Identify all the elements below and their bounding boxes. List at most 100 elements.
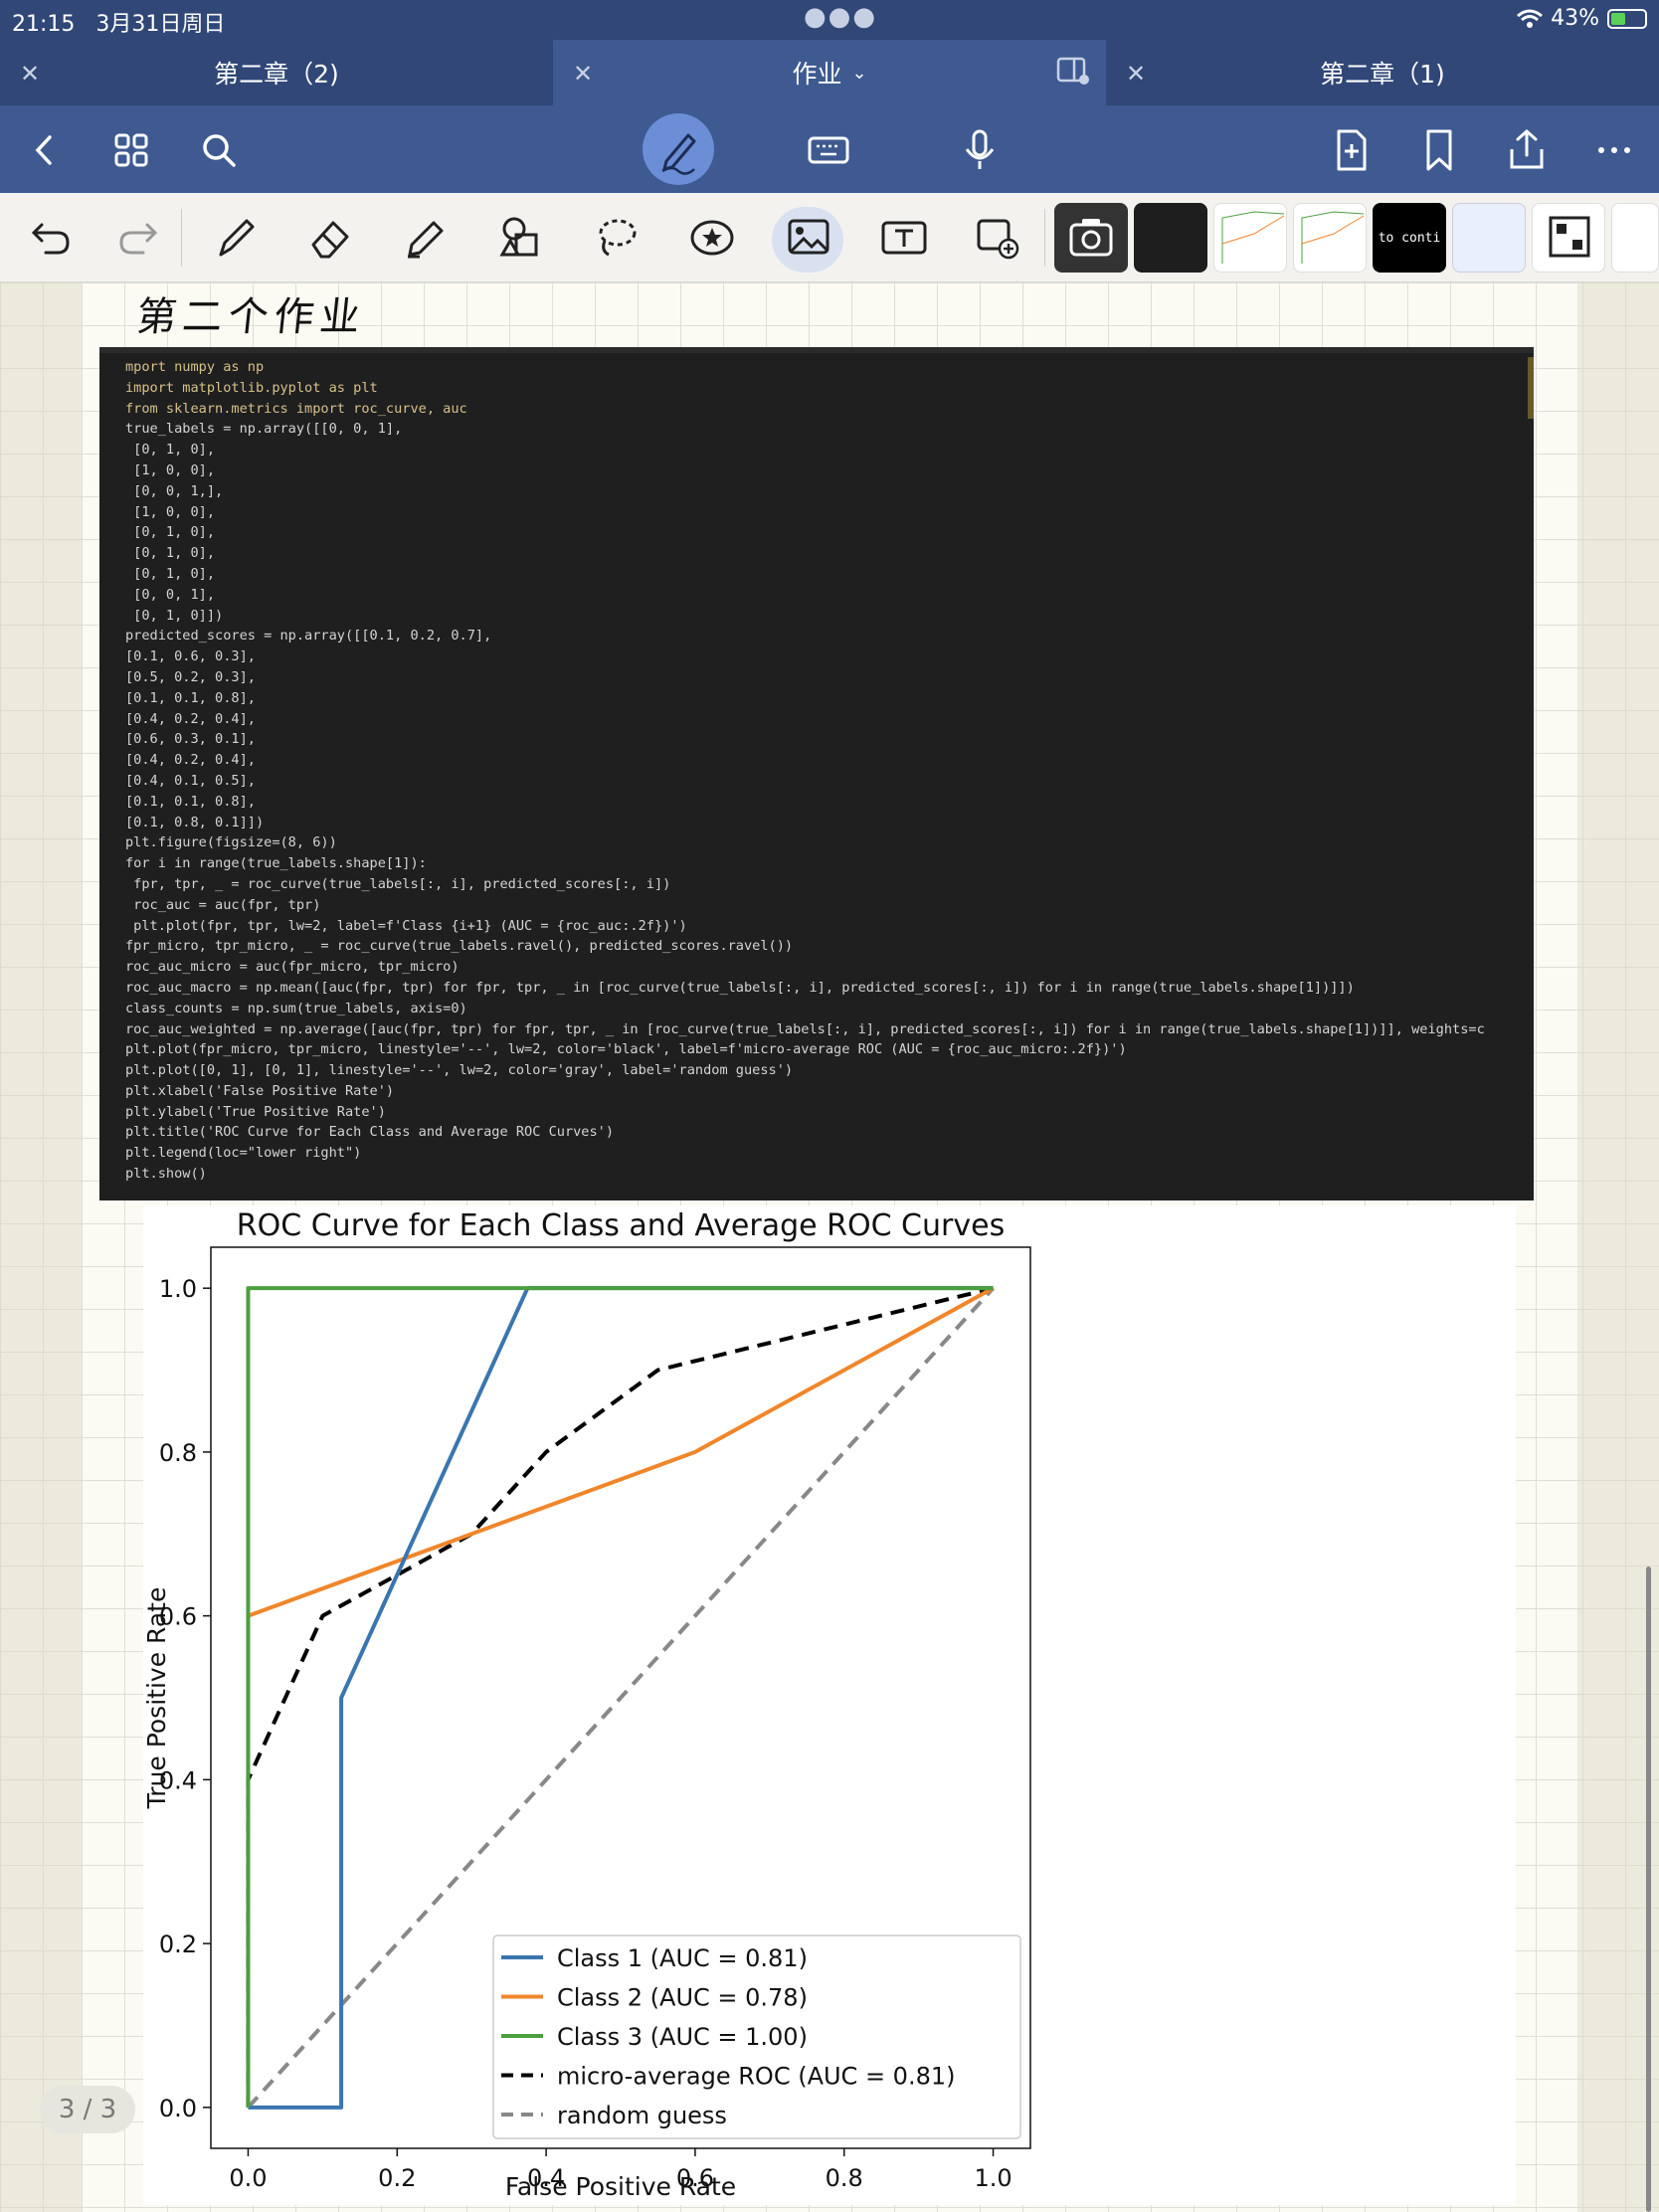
- camera-button[interactable]: [1054, 203, 1128, 273]
- code-top-bar: [99, 347, 1534, 353]
- code-line: roc_auc = auc(fpr, tpr): [125, 896, 321, 913]
- back-icon[interactable]: [20, 125, 70, 175]
- code-line: plt.show(): [125, 1166, 207, 1183]
- lasso-icon[interactable]: [591, 211, 645, 265]
- tab-label: 第二章（1): [1320, 60, 1445, 89]
- code-line: roc_auc_macro = np.mean([auc(fpr, tpr) f…: [125, 979, 1355, 996]
- code-line: [0.6, 0.3, 0.1],: [125, 731, 256, 748]
- code-line: plt.title('ROC Curve for Each Class and …: [125, 1124, 615, 1141]
- pen-mode-button[interactable]: [643, 113, 714, 185]
- status-date: 3月31日周日: [95, 12, 226, 37]
- code-line: [0, 1, 0],: [125, 442, 216, 459]
- code-line: roc_auc_micro = auc(fpr_micro, tpr_micro…: [125, 959, 460, 976]
- battery-percent: 43%: [1551, 6, 1599, 31]
- code-line: [0.1, 0.1, 0.8],: [125, 689, 256, 706]
- code-line: plt.plot(fpr, tpr, lw=2, label=f'Class {…: [125, 917, 687, 934]
- x-tick-label: 0.0: [229, 2164, 267, 2192]
- code-line: [0.4, 0.2, 0.4],: [125, 710, 256, 727]
- code-line: fpr_micro, tpr_micro, _ = roc_curve(true…: [125, 938, 794, 955]
- y-tick-label: 1.0: [159, 1275, 197, 1303]
- code-line: from sklearn.metrics import roc_curve, a…: [125, 400, 467, 417]
- y-axis-label: True Positive Rate: [143, 1587, 171, 1810]
- tab-label: 作业: [792, 60, 842, 89]
- tab-bar: ✕ 第二章（2) ✕ 作业 ⌄ ✕ 第二章（1): [0, 40, 1659, 105]
- microphone-icon[interactable]: [955, 125, 1005, 175]
- close-icon[interactable]: ✕: [20, 60, 40, 88]
- recent-image-thumb[interactable]: [1134, 203, 1207, 273]
- x-tick-label: 0.2: [378, 2164, 416, 2192]
- more-icon[interactable]: [1589, 125, 1639, 175]
- highlighter-icon[interactable]: [398, 211, 452, 265]
- share-icon[interactable]: [1502, 125, 1552, 175]
- text-box-icon[interactable]: [877, 211, 931, 265]
- code-line: [0.1, 0.1, 0.8],: [125, 793, 256, 810]
- shapes-icon[interactable]: [494, 211, 548, 265]
- code-line: class_counts = np.sum(true_labels, axis=…: [125, 1000, 467, 1016]
- wifi-icon: [1517, 9, 1544, 28]
- keyboard-icon[interactable]: [804, 125, 853, 175]
- legend-label: Class 3 (AUC = 1.00): [557, 2023, 808, 2051]
- image-add-icon[interactable]: [971, 211, 1024, 265]
- pen-mode-icon: [661, 133, 696, 175]
- tab-homework[interactable]: ✕ 作业 ⌄: [553, 40, 1106, 105]
- code-text: mport numpy as np import matplotlib.pyplo…: [125, 357, 1528, 1185]
- code-line: [0.5, 0.2, 0.3],: [125, 668, 256, 685]
- code-line: [0.1, 0.6, 0.3],: [125, 648, 256, 665]
- close-icon[interactable]: ✕: [1126, 60, 1146, 88]
- recent-image-thumb[interactable]: [1452, 203, 1526, 273]
- legend-label: random guess: [557, 2102, 727, 2129]
- handwritten-title: 第二个作业: [134, 294, 368, 340]
- y-tick-label: 0.2: [159, 1931, 197, 1958]
- chart-thumb-icon: [1221, 211, 1285, 264]
- recent-image-thumb[interactable]: to conti: [1373, 203, 1446, 273]
- add-page-icon[interactable]: [1327, 125, 1377, 175]
- legend-label: micro-average ROC (AUC = 0.81): [557, 2063, 955, 2091]
- multitasking-dots-icon[interactable]: ●●●: [804, 2, 877, 32]
- main-toolbar: [0, 105, 1659, 193]
- code-line: predicted_scores = np.array([[0.1, 0.2, …: [125, 628, 492, 645]
- code-line: fpr, tpr, _ = roc_curve(true_labels[:, i…: [125, 875, 671, 892]
- undo-icon[interactable]: [24, 211, 78, 265]
- search-icon[interactable]: [194, 125, 244, 175]
- thumb-text: to conti: [1378, 230, 1441, 246]
- tab-chapter2-1[interactable]: ✕ 第二章（1): [1106, 40, 1659, 105]
- code-line: [0, 1, 0]]): [125, 607, 224, 624]
- grid-icon[interactable]: [106, 125, 156, 175]
- code-line: plt.figure(figsize=(8, 6)): [125, 834, 337, 851]
- eraser-icon[interactable]: [303, 211, 357, 265]
- page-scrollbar[interactable]: [1646, 1567, 1651, 2212]
- code-line: roc_auc_weighted = np.average([auc(fpr, …: [125, 1020, 1485, 1037]
- status-bar: 21:15 3月31日周日 ●●● 43%: [0, 0, 1659, 40]
- code-line: [0.1, 0.8, 0.1]]): [125, 814, 265, 830]
- redo-icon[interactable]: [111, 211, 165, 265]
- bookmark-icon[interactable]: [1414, 125, 1464, 175]
- recent-image-thumb[interactable]: [1532, 203, 1605, 273]
- close-icon[interactable]: ✕: [573, 60, 593, 88]
- x-tick-label: 1.0: [974, 2164, 1012, 2192]
- sticker-icon[interactable]: [685, 211, 739, 265]
- recent-image-thumb[interactable]: [1293, 203, 1367, 273]
- legend-label: Class 1 (AUC = 0.81): [557, 1944, 808, 1972]
- recent-image-thumb[interactable]: [1213, 203, 1287, 273]
- recent-image-thumb[interactable]: [1611, 203, 1659, 273]
- code-line: plt.plot([0, 1], [0, 1], linestyle='--',…: [125, 1062, 794, 1079]
- pen-icon[interactable]: [209, 211, 263, 265]
- roc-chart-image[interactable]: ROC Curve for Each Class and Average ROC…: [142, 1205, 1516, 2205]
- tab-chapter2-2[interactable]: ✕ 第二章（2): [0, 40, 553, 105]
- chevron-down-icon[interactable]: ⌄: [851, 63, 866, 84]
- code-line: for i in range(true_labels.shape[1]):: [125, 855, 427, 872]
- x-tick-label: 0.8: [826, 2164, 863, 2192]
- y-tick-label: 0.0: [159, 2095, 197, 2122]
- code-line: [0, 1, 0],: [125, 524, 216, 541]
- qr-code-icon: [1549, 216, 1590, 258]
- code-screenshot[interactable]: mport numpy as np import matplotlib.pyplo…: [99, 347, 1534, 1200]
- page-indicator: 3 / 3: [40, 2086, 135, 2133]
- split-view-icon[interactable]: [1056, 56, 1090, 86]
- image-icon[interactable]: [782, 211, 835, 265]
- code-line: plt.plot(fpr_micro, tpr_micro, linestyle…: [125, 1041, 1127, 1058]
- chart-title: ROC Curve for Each Class and Average ROC…: [237, 1208, 1005, 1243]
- chart-thumb-icon: [1301, 211, 1365, 264]
- code-line: plt.legend(loc="lower right"): [125, 1145, 362, 1162]
- code-line: [1, 0, 0],: [125, 461, 216, 478]
- battery-icon: [1607, 8, 1647, 29]
